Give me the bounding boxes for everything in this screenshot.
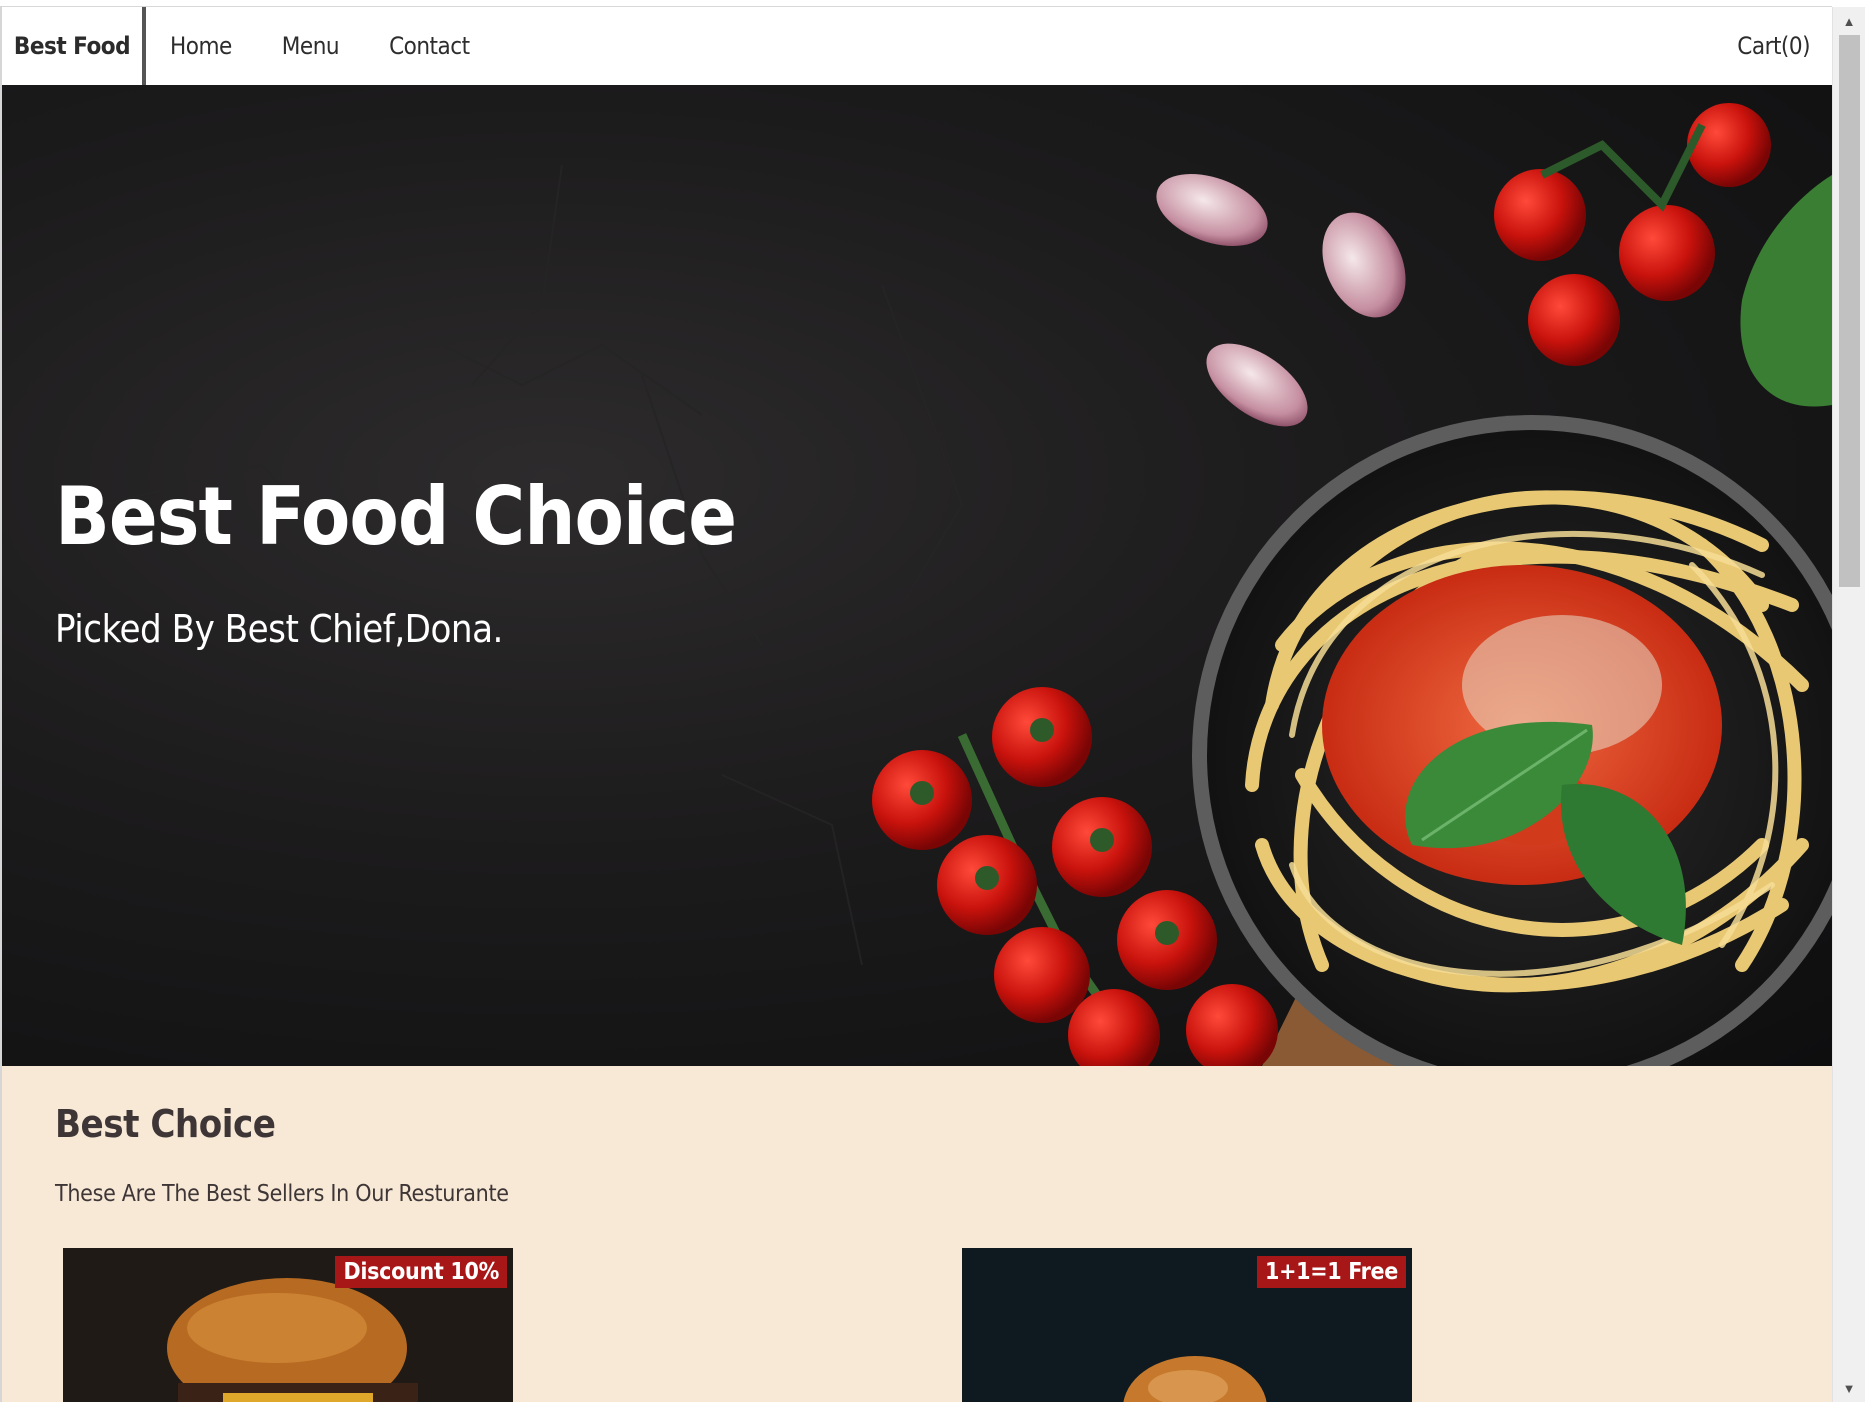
- scrollbar-thumb[interactable]: [1839, 35, 1860, 587]
- nav-link-home[interactable]: Home: [146, 7, 257, 85]
- brand-logo[interactable]: Best Food: [2, 7, 146, 85]
- scroll-down-icon[interactable]: ▼: [1833, 1374, 1865, 1402]
- cart-link[interactable]: Cart(0): [1737, 7, 1810, 85]
- nav-link-menu[interactable]: Menu: [257, 7, 364, 85]
- section-title: Best Choice: [55, 1102, 276, 1146]
- section-subtitle: These Are The Best Sellers In Our Restur…: [55, 1181, 509, 1207]
- product-card-2[interactable]: 1+1=1 Free: [962, 1248, 1412, 1402]
- discount-badge: Discount 10%: [335, 1256, 507, 1288]
- scroll-up-icon[interactable]: ▲: [1833, 7, 1865, 35]
- browser-viewport: Best Food Home Menu Contact Cart(0) Best…: [0, 0, 1865, 1402]
- product-card-1[interactable]: Discount 10%: [63, 1248, 513, 1402]
- best-choice-section: Best Choice These Are The Best Sellers I…: [2, 1066, 1832, 1402]
- offer-badge: 1+1=1 Free: [1256, 1256, 1406, 1288]
- top-navbar: Best Food Home Menu Contact Cart(0): [2, 7, 1832, 85]
- hero-banner: Best Food Choice Picked By Best Chief,Do…: [2, 85, 1832, 1066]
- vertical-scrollbar[interactable]: ▲ ▼: [1832, 7, 1865, 1402]
- nav-link-contact[interactable]: Contact: [364, 7, 495, 85]
- pasta-hero-image: [101, 103, 1832, 1066]
- hero-title: Best Food Choice: [55, 470, 737, 563]
- hero-subtitle: Picked By Best Chief,Dona.: [55, 607, 503, 651]
